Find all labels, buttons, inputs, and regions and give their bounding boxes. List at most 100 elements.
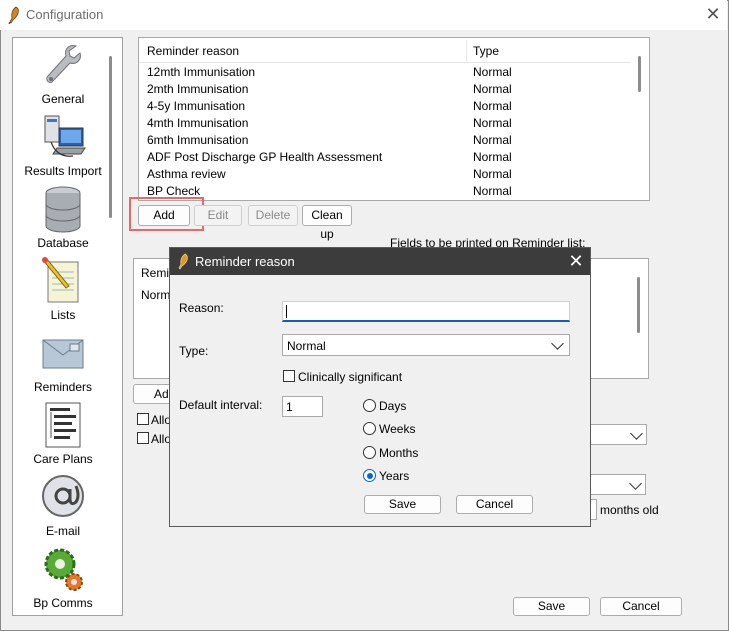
list-scrollbar[interactable] [638,56,641,92]
at-sign-icon [42,475,84,517]
computer-network-icon [44,115,86,157]
allow-checkbox-1[interactable] [137,413,149,425]
cell-reason: BP Check [147,184,201,198]
cell-reason: 6mth Immunisation [147,133,249,147]
reason-label: Reason: [179,301,224,315]
sidebar-item-label: Care Plans [33,452,93,466]
cell-reason: Asthma review [147,167,226,181]
footer-cancel-button[interactable]: Cancel [600,597,682,616]
default-interval-label: Default interval: [179,398,263,412]
sidebar-item-label: Results Import [24,164,102,178]
cell-type: Normal [473,82,512,96]
footer-save-button[interactable]: Save [513,597,590,616]
table-row[interactable]: BP Check Normal [139,183,631,200]
type-label: Type: [179,344,209,358]
clinically-significant-checkbox[interactable] [283,370,295,382]
sidebar-item-bp-comms[interactable]: Bp Comms [13,544,113,610]
column-header-reason[interactable]: Reminder reason [147,44,239,58]
sidebar-item-label: E-mail [45,524,80,538]
reason-input[interactable] [282,301,570,322]
window-title: Configuration [26,7,104,22]
wrench-icon [46,45,81,83]
sidebar-item-label: Database [37,236,89,250]
sidebar: General Results Import Database Lists Re… [12,37,123,616]
column-header-type[interactable]: Type [473,44,499,58]
cell-type: Normal [473,99,512,113]
table-row[interactable]: 4mth Immunisation Normal [139,115,631,132]
sidebar-item-label: General [41,92,85,106]
delete-button[interactable]: Delete [248,205,298,226]
table-row[interactable]: ADF Post Discharge GP Health Assessment N… [139,149,631,166]
radio-weeks-label: Weeks [379,422,416,436]
sidebar-item-label: Reminders [33,380,93,394]
cell-type: Normal [473,167,512,181]
column-separator [466,40,467,62]
cell-reason: 2mth Immunisation [147,82,249,96]
sidebar-item-results-import[interactable]: Results Import [13,112,113,178]
sidebar-scrollbar[interactable] [109,56,112,218]
table-row[interactable]: 6mth Immunisation Normal [139,132,631,149]
radio-days[interactable] [363,399,376,412]
table-row[interactable]: Asthma review Normal [139,166,631,183]
radio-months-label: Months [379,446,419,460]
cell-type: Normal [473,150,512,164]
allow-checkbox-2[interactable] [137,432,149,444]
radio-months[interactable] [363,446,376,459]
dialog-title-bar: Reminder reason ✕ [170,248,590,275]
cell-reason: ADF Post Discharge GP Health Assessment [147,150,383,164]
interval-input-value: 1 [286,400,293,414]
cell-type: Normal [473,116,512,130]
dialog-close-button[interactable]: ✕ [566,250,586,272]
sidebar-item-lists[interactable]: Lists [13,256,113,322]
allow-checkbox-2-label: Allo [151,432,172,446]
envelope-icon [42,339,84,369]
cell-type: Normal [473,133,512,147]
app-quill-icon [178,253,188,270]
type-select-value: Normal [287,339,326,353]
app-quill-icon [8,6,19,24]
notepad-pencil-icon [42,257,79,303]
sidebar-item-email[interactable]: E-mail [13,472,113,538]
chevron-down-icon [630,427,643,440]
edit-button[interactable]: Edit [194,205,242,226]
type-select[interactable]: Normal [282,334,570,356]
cleanup-button[interactable]: Clean up [302,205,352,241]
interval-input[interactable]: 1 [282,396,323,417]
fields-list-scrollbar[interactable] [637,277,640,333]
months-old-label: months old [600,503,659,517]
dialog-title: Reminder reason [195,254,295,269]
sidebar-item-database[interactable]: Database [13,184,113,250]
sidebar-item-care-plans[interactable]: Care Plans [13,400,113,466]
radio-years[interactable] [363,469,376,482]
sidebar-item-general[interactable]: General [13,40,113,106]
sidebar-item-reminders[interactable]: Reminders [13,328,113,394]
add-button[interactable]: Add [138,205,190,226]
text-caret [286,305,287,318]
title-bar: Configuration ✕ [0,0,727,30]
list-header: Reminder reason Type [139,38,631,63]
document-tree-icon [45,402,81,448]
reminder-reasons-list[interactable]: Reminder reason Type 12mth Immunisation N… [138,37,650,201]
allow-checkbox-1-label: Allo [151,413,172,427]
table-row[interactable]: 2mth Immunisation Normal [139,81,631,98]
dialog-save-button[interactable]: Save [364,495,441,514]
table-row[interactable]: 12mth Immunisation Normal [139,64,631,81]
dialog-cancel-button[interactable]: Cancel [456,495,533,514]
cell-type: Normal [473,65,512,79]
cell-reason: 4-5y Immunisation [147,99,246,113]
cell-reason: 4mth Immunisation [147,116,249,130]
clinically-significant-label: Clinically significant [298,370,403,384]
window-close-button[interactable]: ✕ [702,4,724,26]
gears-icon [44,548,83,591]
sidebar-item-label: Bp Comms [33,596,93,610]
cell-type: Normal [473,184,512,198]
chevron-down-icon [629,477,642,490]
sidebar-item-label: Lists [50,308,76,322]
radio-weeks[interactable] [363,422,376,435]
cell-reason: 12mth Immunisation [147,65,256,79]
reminder-reason-dialog: Reminder reason ✕ Reason: Type: Normal C… [169,247,591,527]
chevron-down-icon [551,337,564,350]
database-icon [45,186,81,233]
radio-years-label: Years [379,469,410,483]
table-row[interactable]: 4-5y Immunisation Normal [139,98,631,115]
